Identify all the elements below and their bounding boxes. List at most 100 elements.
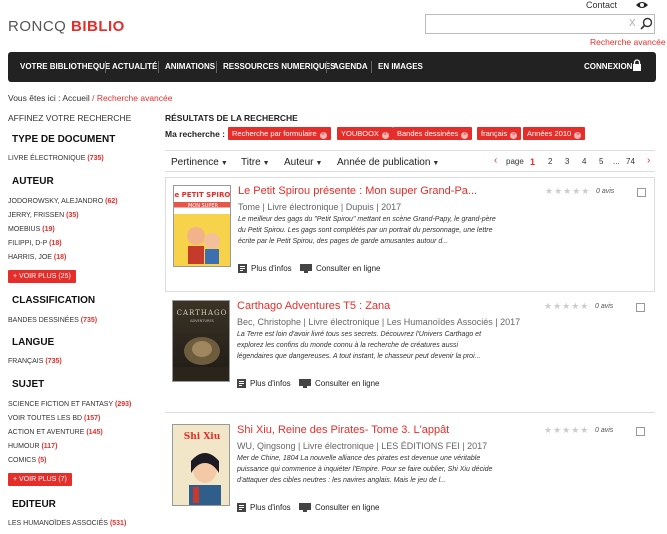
sort-label: Année de publication	[337, 157, 431, 168]
facet-label: ACTION ET AVENTURE	[8, 429, 85, 436]
more-info-link[interactable]: Plus d'infos	[238, 264, 292, 273]
chip-label: Recherche par formulaire	[232, 129, 317, 138]
search-chip[interactable]: Recherche par formulaire ×	[228, 127, 331, 140]
lock-icon[interactable]	[632, 59, 642, 71]
nav-item-actualite[interactable]: ACTUALITÉ	[112, 62, 157, 71]
facet-count: (293)	[114, 401, 132, 408]
page-label: page	[506, 157, 524, 166]
page-3[interactable]: 3	[565, 157, 569, 166]
facet-item[interactable]: ACTION ET AVENTURE (145)	[8, 429, 103, 436]
chip-remove-icon[interactable]: ×	[381, 132, 389, 139]
facet-label: JERRY, FRISSEN	[8, 212, 65, 219]
page-5[interactable]: 5	[599, 157, 603, 166]
search-icon[interactable]	[640, 17, 653, 30]
sort-pertinence[interactable]: Pertinence ▼	[171, 157, 228, 168]
facet-label: LES HUMANOÏDES ASSOCIÉS	[8, 520, 108, 527]
facet-count: (18)	[53, 254, 67, 261]
prev-page-icon[interactable]: ‹	[494, 155, 497, 166]
more-info-label: Plus d'infos	[251, 264, 292, 273]
facet-item[interactable]: MOEBIUS (19)	[8, 226, 55, 233]
svg-text:Shi Xiu: Shi Xiu	[184, 432, 221, 442]
consult-online-link[interactable]: Consulter en ligne	[299, 379, 379, 388]
advanced-search-link[interactable]: Recherche avancée	[590, 37, 666, 47]
result-description: La Terre est loin d'avoir livré tous ses…	[237, 331, 482, 360]
chip-remove-icon[interactable]: ×	[319, 132, 327, 139]
site-logo[interactable]: RONCQ BIBLIO	[8, 18, 125, 35]
facet-item[interactable]: FRANÇAIS (735)	[8, 358, 62, 365]
facet-label: VOIR TOUTES LES BD	[8, 415, 83, 422]
page-4[interactable]: 4	[582, 157, 586, 166]
more-info-link[interactable]: Plus d'infos	[237, 503, 291, 512]
search-chip[interactable]: Années 2010 ×	[523, 127, 586, 140]
search-input[interactable]	[426, 15, 616, 33]
breadcrumb-home[interactable]: Accueil	[62, 93, 89, 103]
eye-icon[interactable]	[635, 0, 649, 10]
search-chip[interactable]: YOUBOOX ×	[337, 127, 393, 140]
chip-remove-icon[interactable]: ×	[574, 132, 582, 139]
facet-item[interactable]: JERRY, FRISSEN (35)	[8, 212, 79, 219]
facet-label: SCIENCE FICTION ET FANTASY	[8, 401, 114, 408]
book-cover[interactable]: Le PETIT SPIROU MON SUPER	[173, 185, 231, 267]
facet-item[interactable]: BANDES DESSINÉES (735)	[8, 317, 97, 324]
search-chip[interactable]: français ×	[477, 127, 522, 140]
chip-label: Années 2010	[527, 129, 572, 138]
page-1[interactable]: 1	[530, 157, 535, 167]
chip-remove-icon[interactable]: ×	[461, 132, 469, 139]
facet-item[interactable]: LES HUMANOÏDES ASSOCIÉS (531)	[8, 520, 126, 527]
consult-online-link[interactable]: Consulter en ligne	[299, 503, 379, 512]
more-info-link[interactable]: Plus d'infos	[237, 379, 291, 388]
consult-online-link[interactable]: Consulter en ligne	[300, 264, 380, 273]
screen-icon	[299, 503, 311, 512]
voir-plus-auteur-button[interactable]: + VOIR PLUS (25)	[8, 270, 76, 283]
facet-count: (145)	[86, 429, 103, 436]
facet-count: (5)	[37, 457, 47, 464]
nav-item-agenda[interactable]: AGENDA	[333, 62, 368, 71]
page-74[interactable]: 74	[626, 157, 635, 166]
chip-remove-icon[interactable]: ×	[510, 132, 518, 139]
voir-plus-sujet-button[interactable]: + VOIR PLUS (7)	[8, 473, 72, 486]
facet-item[interactable]: SCIENCE FICTION ET FANTASY (293)	[8, 401, 131, 408]
next-page-icon[interactable]: ›	[647, 155, 650, 166]
facet-item[interactable]: LIVRE ÉLECTRONIQUE (735)	[8, 155, 104, 162]
facet-count: (531)	[109, 520, 127, 527]
nav-item-ressources[interactable]: RESSOURCES NUMERIQUES	[223, 62, 335, 71]
result-title-link[interactable]: Shi Xiu, Reine des Pirates- Tome 3. L'ap…	[237, 424, 449, 436]
clear-icon[interactable]: X	[629, 18, 636, 29]
facet-count: (62)	[105, 198, 118, 205]
result-title-link[interactable]: Carthago Adventures T5 : Zana	[237, 300, 390, 312]
result-meta: Bec, Christophe | Livre électronique | L…	[237, 317, 521, 327]
select-checkbox[interactable]	[637, 188, 646, 197]
nav-item-en-images[interactable]: EN IMAGES	[378, 62, 423, 71]
review-count: 0 avis	[595, 427, 614, 434]
contact-link[interactable]: Contact	[586, 0, 617, 10]
main-nav: VOTRE BIBLIOTHEQUE ACTUALITÉ ANIMATIONS …	[8, 52, 656, 82]
facet-item[interactable]: JODOROWSKY, ALEJANDRO (62)	[8, 198, 118, 205]
facet-item[interactable]: HUMOUR (117)	[8, 443, 57, 450]
rating-stars[interactable]: ★★★★★	[544, 425, 589, 436]
sort-auteur[interactable]: Auteur ▼	[284, 157, 322, 168]
select-checkbox[interactable]	[636, 427, 645, 436]
search-chip[interactable]: Bandes dessinées ×	[393, 127, 473, 140]
book-cover[interactable]: Shi Xiu	[172, 424, 230, 506]
screen-icon	[300, 264, 312, 273]
facet-item[interactable]: FILIPPI, D-P (18)	[8, 240, 62, 247]
result-title-link[interactable]: Le Petit Spirou présente : Mon super Gra…	[238, 185, 477, 197]
facet-item[interactable]: HARRIS, JOE (18)	[8, 254, 66, 261]
rating-stars[interactable]: ★★★★★	[544, 301, 589, 312]
sort-annee[interactable]: Année de publication ▼	[337, 157, 439, 168]
svg-text:Le PETIT SPIROU: Le PETIT SPIROU	[174, 191, 231, 199]
nav-item-bibliotheque[interactable]: VOTRE BIBLIOTHEQUE	[20, 62, 110, 71]
facet-item[interactable]: COMICS (5)	[8, 457, 47, 464]
sort-titre[interactable]: Titre ▼	[241, 157, 270, 168]
search-box: X	[425, 14, 655, 34]
facet-heading-langue: LANGUE	[12, 337, 55, 348]
book-cover[interactable]: CARTHAGO ADVENTURES	[172, 300, 230, 382]
nav-item-animations[interactable]: ANIMATIONS	[165, 62, 215, 71]
rating-stars[interactable]: ★★★★★	[545, 186, 590, 197]
select-checkbox[interactable]	[636, 303, 645, 312]
cover-illustration-icon: Shi Xiu	[184, 432, 221, 505]
facet-item[interactable]: VOIR TOUTES LES BD (157)	[8, 415, 100, 422]
my-search-label: Ma recherche :	[165, 129, 225, 139]
login-link[interactable]: CONNEXION	[584, 62, 632, 71]
page-2[interactable]: 2	[548, 157, 552, 166]
